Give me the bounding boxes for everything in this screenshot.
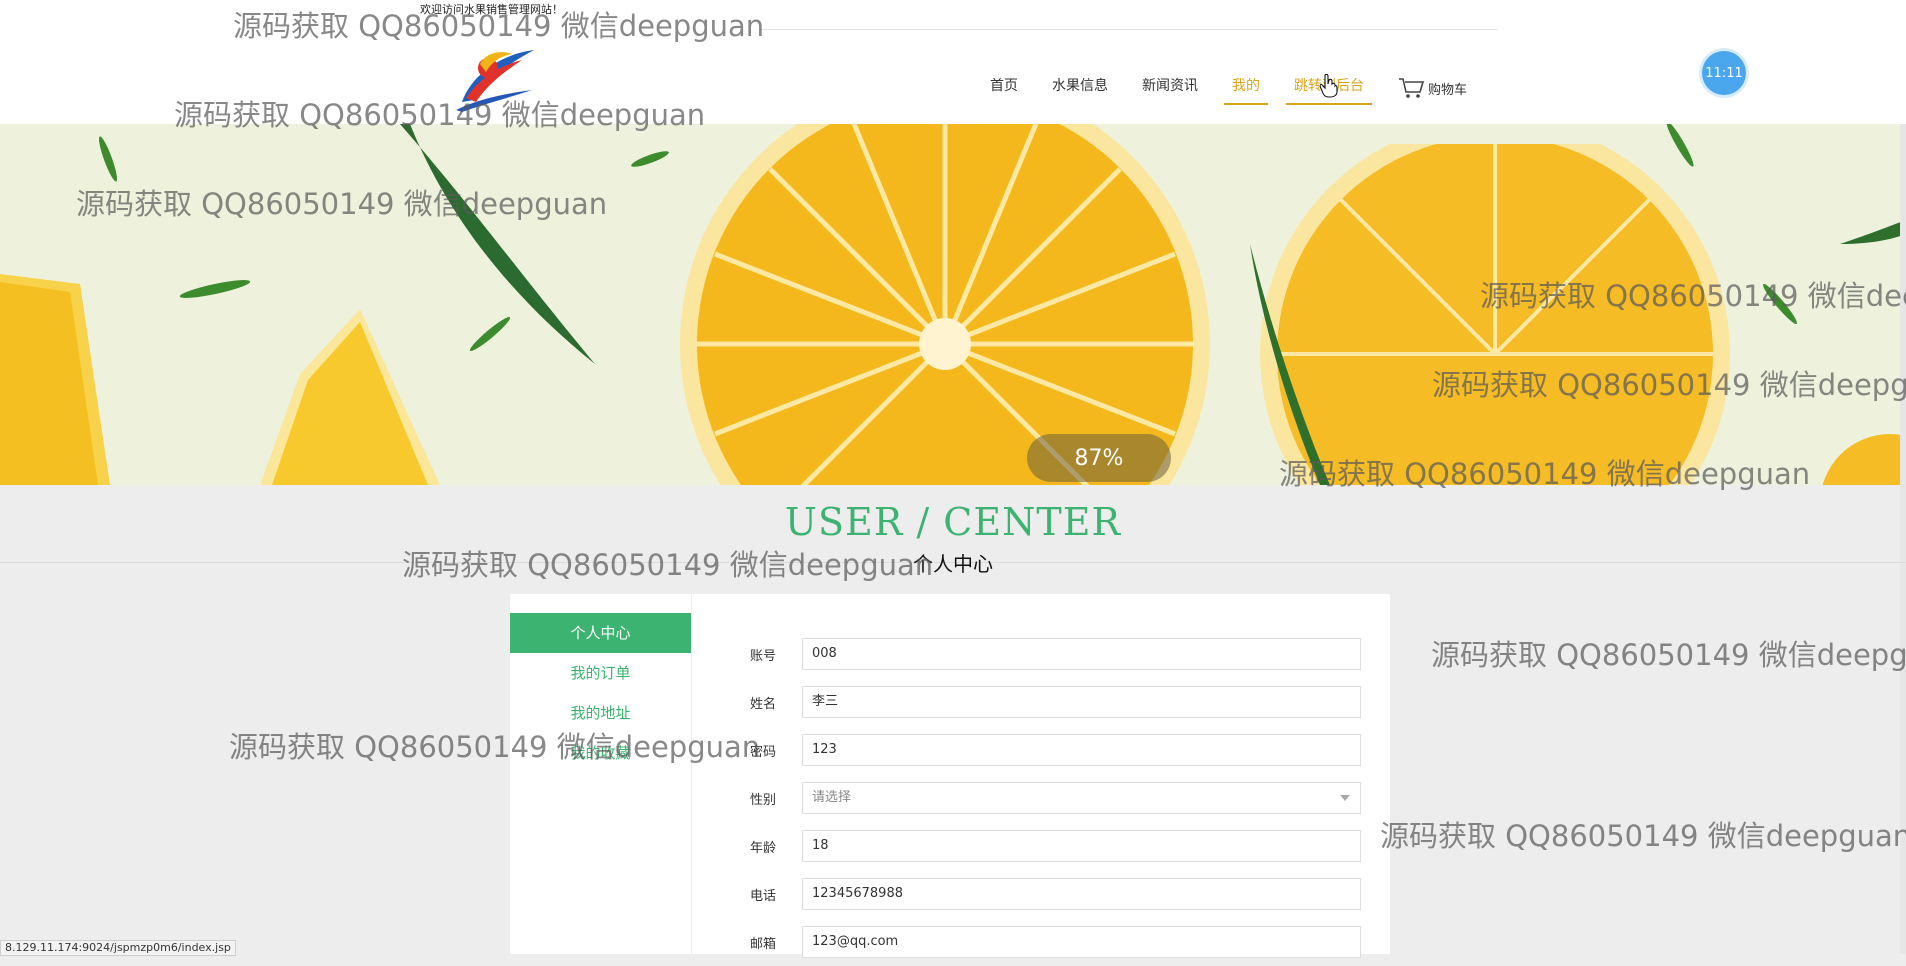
account-label: 账号 <box>750 648 777 664</box>
nav-cart[interactable]: 购物车 <box>1398 77 1467 99</box>
form-row-age: 年龄 18 <box>750 822 1361 870</box>
header-divider <box>760 29 1498 30</box>
profile-form: 账号 008 姓名 李三 密码 123 性别 请选择 年龄 18 电话 1234… <box>750 630 1361 966</box>
account-field[interactable]: 008 <box>802 638 1361 670</box>
sidebar-item-orders[interactable]: 我的订单 <box>510 653 691 693</box>
age-field[interactable]: 18 <box>802 830 1361 862</box>
phone-field[interactable]: 12345678988 <box>802 878 1361 910</box>
form-row-account: 账号 008 <box>750 630 1361 678</box>
hero-banner: 87% <box>0 124 1906 485</box>
main-nav: 首页 水果信息 新闻资讯 我的 跳转到后台 购物车 <box>990 73 1467 105</box>
cart-icon <box>1399 78 1424 98</box>
welcome-text: 欢迎访问水果销售管理网站！ <box>420 3 563 16</box>
form-row-password: 密码 123 <box>750 726 1361 774</box>
nav-mine[interactable]: 我的 <box>1224 75 1268 105</box>
hand-cursor-icon <box>1320 74 1338 98</box>
banner-image <box>0 124 1906 485</box>
email-label: 邮箱 <box>750 936 777 952</box>
watermark: 源码获取 QQ86050149 微信deepguan <box>1380 819 1906 853</box>
age-label: 年龄 <box>750 840 777 856</box>
user-sidebar: 个人中心 我的订单 我的地址 我的收藏 <box>510 594 692 954</box>
clock-badge[interactable]: 11:11 <box>1702 51 1746 95</box>
form-row-gender: 性别 请选择 <box>750 774 1361 822</box>
phone-label: 电话 <box>750 888 777 904</box>
nav-news[interactable]: 新闻资讯 <box>1142 75 1198 101</box>
sidebar-item-address[interactable]: 我的地址 <box>510 693 691 733</box>
site-logo[interactable] <box>452 44 538 112</box>
page-title: USER / CENTER <box>784 500 1122 544</box>
password-field[interactable]: 123 <box>802 734 1361 766</box>
email-field[interactable]: 123@qq.com <box>802 926 1361 958</box>
cart-label: 购物车 <box>1428 82 1468 98</box>
name-label: 姓名 <box>750 696 777 712</box>
chevron-down-icon <box>1340 795 1350 801</box>
password-label: 密码 <box>750 744 777 760</box>
gender-label: 性别 <box>750 792 777 808</box>
progress-indicator: 87% <box>1027 434 1171 482</box>
sidebar-item-profile[interactable]: 个人中心 <box>510 613 691 653</box>
name-field[interactable]: 李三 <box>802 686 1361 718</box>
sidebar-item-favorites[interactable]: 我的收藏 <box>510 733 691 773</box>
user-center-panel: 个人中心 我的订单 我的地址 我的收藏 账号 008 姓名 李三 密码 123 … <box>510 594 1390 958</box>
gender-placeholder: 请选择 <box>812 790 852 805</box>
nav-home[interactable]: 首页 <box>990 75 1018 101</box>
form-row-phone: 电话 12345678988 <box>750 870 1361 918</box>
top-header: 欢迎访问水果销售管理网站！ 首页 水果信息 新闻资讯 我的 跳转到后台 购物车 … <box>0 0 1906 124</box>
form-row-email: 邮箱 123@qq.com <box>750 918 1361 966</box>
gender-select[interactable]: 请选择 <box>802 782 1361 814</box>
form-row-name: 姓名 李三 <box>750 678 1361 726</box>
watermark: 源码获取 QQ86050149 微信deepguan <box>1431 638 1906 672</box>
nav-fruit-info[interactable]: 水果信息 <box>1052 75 1108 101</box>
page-subtitle: 个人中心 <box>913 552 993 576</box>
